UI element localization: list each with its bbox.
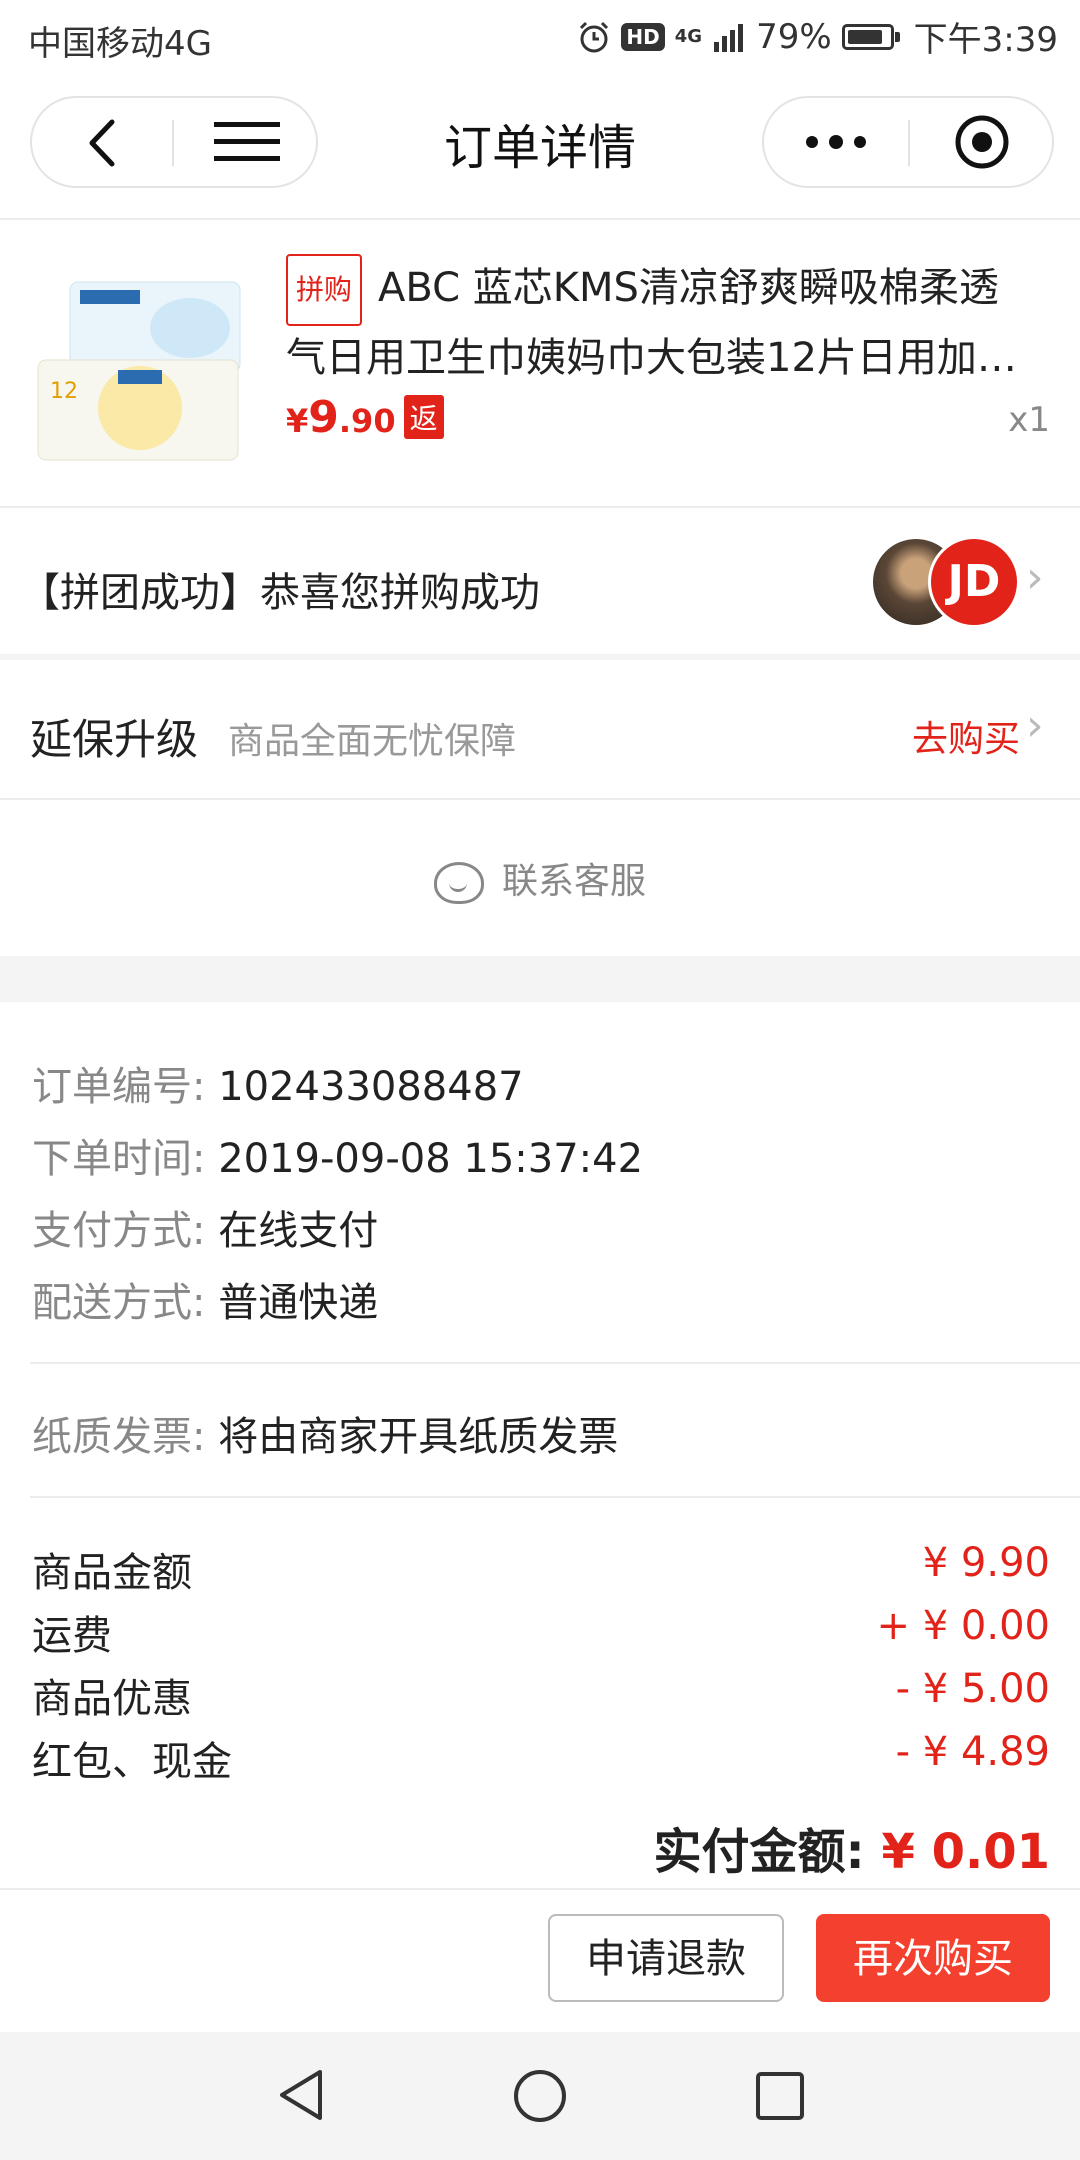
shipping-fee-label: 运费	[32, 1613, 112, 1659]
divider	[30, 1362, 1080, 1364]
battery-percent: 79%	[756, 16, 832, 57]
redpacket-cash-label: 红包、现金	[32, 1739, 232, 1785]
clock: 下午3:39	[913, 20, 1058, 60]
discount-label: 商品优惠	[32, 1676, 192, 1722]
more-dots-icon	[806, 135, 866, 149]
rebate-badge: 返	[403, 395, 444, 439]
chevron-right-icon: ›	[1026, 552, 1044, 603]
alarm-icon	[580, 21, 609, 52]
go-buy-link[interactable]: 去购买	[912, 710, 1020, 762]
goods-amount-value: ¥ 9.90	[922, 1540, 1050, 1586]
system-navigation-bar	[0, 2032, 1080, 2160]
total-paid-label: 实付金额:	[653, 1824, 865, 1880]
product-title[interactable]: 拼购 ABC 蓝芯KMS清凉舒爽瞬吸棉柔透 气日用卫生巾姨妈巾大包装12片日用加…	[286, 254, 1056, 390]
order-time-row: 下单时间: 2019-09-08 15:37:42	[32, 1126, 643, 1184]
recents-square-icon[interactable]	[754, 2070, 806, 2122]
back-triangle-icon[interactable]	[276, 2068, 326, 2122]
jd-avatar: JD	[928, 536, 1020, 628]
chat-bubble-icon	[433, 862, 484, 904]
group-success-text: 【拼团成功】恭喜您拼购成功	[20, 570, 540, 616]
total-paid: 实付金额: ¥ 0.01	[654, 1812, 1050, 1882]
order-number-row: 订单编号: 102433088487	[32, 1054, 524, 1112]
invoice-row: 纸质发票: 将由商家开具纸质发票	[32, 1404, 618, 1462]
payment-method-value: 在线支付	[218, 1208, 379, 1254]
invoice-value: 将由商家开具纸质发票	[218, 1414, 619, 1460]
goods-amount-label: 商品金额	[32, 1550, 192, 1596]
svg-text:12: 12	[50, 379, 78, 404]
more-button[interactable]	[764, 98, 906, 186]
order-time-value: 2019-09-08 15:37:42	[218, 1136, 644, 1182]
delivery-method-value: 普通快递	[218, 1280, 379, 1326]
product-title-line1: ABC 蓝芯KMS清凉舒爽瞬吸棉柔透	[378, 265, 999, 311]
hd-icon: HD	[621, 22, 665, 51]
delivery-method-row: 配送方式: 普通快递	[32, 1270, 378, 1328]
status-icons: HD 4G 79% 下午3:39	[577, 12, 1058, 61]
nav-capsule-right	[762, 96, 1054, 188]
target-icon	[955, 115, 1009, 169]
payment-method-label: 支付方式:	[32, 1208, 206, 1254]
divider	[0, 798, 1080, 800]
invoice-label: 纸质发票:	[32, 1414, 206, 1460]
payment-method-row: 支付方式: 在线支付	[32, 1198, 378, 1256]
signal-icon	[714, 23, 744, 52]
discount-value: - ¥ 5.00	[895, 1666, 1050, 1712]
order-number-label: 订单编号:	[32, 1064, 206, 1110]
price-decimal: .90	[338, 402, 396, 440]
shipping-fee-value: + ¥ 0.00	[876, 1603, 1050, 1649]
home-circle-icon[interactable]	[512, 2068, 568, 2124]
contact-service-button[interactable]: 联系客服	[0, 852, 1080, 904]
pingou-tag: 拼购	[286, 254, 363, 326]
price-integer: 9	[308, 392, 339, 443]
chevron-right-icon: ›	[1026, 700, 1044, 751]
order-number-value: 102433088487	[218, 1064, 524, 1110]
warranty-subtitle: 商品全面无忧保障	[228, 721, 517, 762]
product-title-line2: 气日用卫生巾姨妈巾大包装12片日用加…	[286, 335, 1017, 381]
contact-service-label: 联系客服	[501, 861, 646, 902]
delivery-method-label: 配送方式:	[32, 1280, 206, 1326]
product-thumbnail[interactable]: 12	[30, 268, 250, 468]
price-currency: ¥	[286, 402, 309, 440]
section-gap	[0, 956, 1080, 1002]
buy-again-button[interactable]: 再次购买	[816, 1914, 1050, 2002]
warranty-title: 延保升级	[30, 715, 199, 764]
redpacket-cash-value: - ¥ 4.89	[895, 1729, 1050, 1775]
status-bar: 中国移动4G HD 4G 79% 下午3:39	[0, 0, 1080, 72]
carrier-label: 中国移动4G	[28, 24, 212, 64]
battery-icon	[841, 23, 900, 50]
apply-refund-button[interactable]: 申请退款	[548, 1914, 784, 2002]
order-time-label: 下单时间:	[32, 1136, 206, 1182]
divider	[30, 1496, 1080, 1498]
network-label: 4G	[674, 26, 703, 47]
product-quantity: x1	[1008, 400, 1050, 440]
total-paid-value: ¥ 0.01	[881, 1824, 1050, 1880]
product-price: ¥9.90 返	[286, 392, 444, 443]
close-miniprogram-button[interactable]	[910, 98, 1054, 186]
